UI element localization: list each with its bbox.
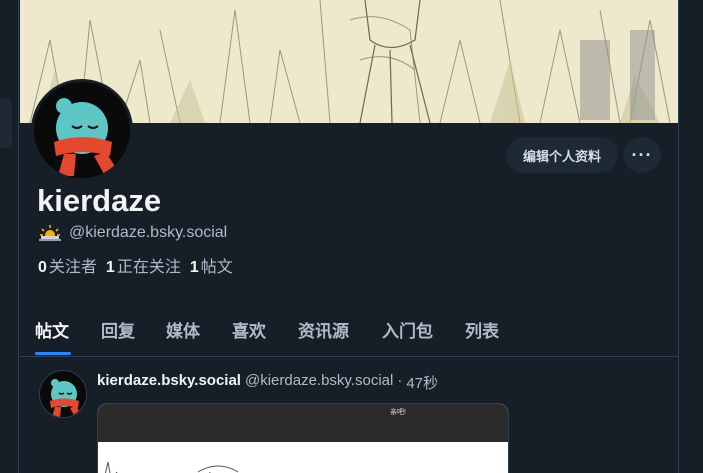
tab-replies[interactable]: 回复 (101, 317, 135, 342)
post-image-caption: 亲吧! (390, 409, 406, 416)
tab-posts[interactable]: 帖文 (35, 317, 69, 342)
profile-stats: 0 关注者 1 正在关注 1 帖文 (38, 253, 233, 277)
profile-display-name: kierdaze (37, 183, 162, 218)
tab-feeds[interactable]: 资讯源 (298, 317, 349, 342)
edit-profile-button[interactable]: 编辑个人资料 (506, 137, 618, 173)
post-header: kierdaze.bsky.social @kierdaze.bsky.soci… (97, 372, 438, 393)
followers-label: 关注者 (48, 259, 97, 276)
post-meta-separator: · (397, 372, 403, 389)
profile-avatar[interactable] (31, 79, 133, 181)
post-image-sketch (98, 442, 508, 473)
post-timestamp[interactable]: 47秒 (406, 372, 438, 393)
tab-likes[interactable]: 喜欢 (232, 317, 266, 342)
tab-lists[interactable]: 列表 (465, 317, 499, 342)
profile-handle-row: @kierdaze.bsky.social (39, 224, 227, 242)
post-avatar-illustration (40, 371, 86, 417)
content-divider (678, 0, 679, 473)
active-tab-indicator (35, 352, 71, 355)
post-author-name[interactable]: kierdaze.bsky.social (97, 372, 241, 393)
post-author-handle[interactable]: @kierdaze.bsky.social (245, 372, 393, 393)
posts-count: 1 (189, 259, 199, 276)
post-image[interactable]: 亲吧! (97, 403, 509, 473)
posts-stat: 1 帖文 (190, 253, 233, 277)
avatar-illustration (34, 82, 130, 178)
sidebar-collapse-handle[interactable] (0, 98, 12, 148)
profile-handle[interactable]: @kierdaze.bsky.social (69, 224, 227, 242)
post-author-avatar[interactable] (39, 370, 87, 418)
left-sidebar-edge (0, 0, 19, 473)
post-image-header: 亲吧! (98, 404, 508, 442)
tab-starter-packs[interactable]: 入门包 (382, 317, 433, 342)
posts-label: 帖文 (200, 259, 233, 276)
followers-count: 0 (38, 259, 47, 276)
sun-behind-cloud-icon (39, 224, 61, 242)
following-stat[interactable]: 1 正在关注 (106, 253, 181, 277)
followers-stat[interactable]: 0 关注者 (38, 253, 97, 277)
profile-tabs: 帖文 回复 媒体 喜欢 资讯源 入门包 列表 (20, 305, 678, 357)
following-count: 1 (105, 259, 115, 276)
following-label: 正在关注 (116, 259, 181, 276)
more-options-button[interactable]: ··· (623, 137, 661, 173)
tab-media[interactable]: 媒体 (166, 317, 200, 342)
